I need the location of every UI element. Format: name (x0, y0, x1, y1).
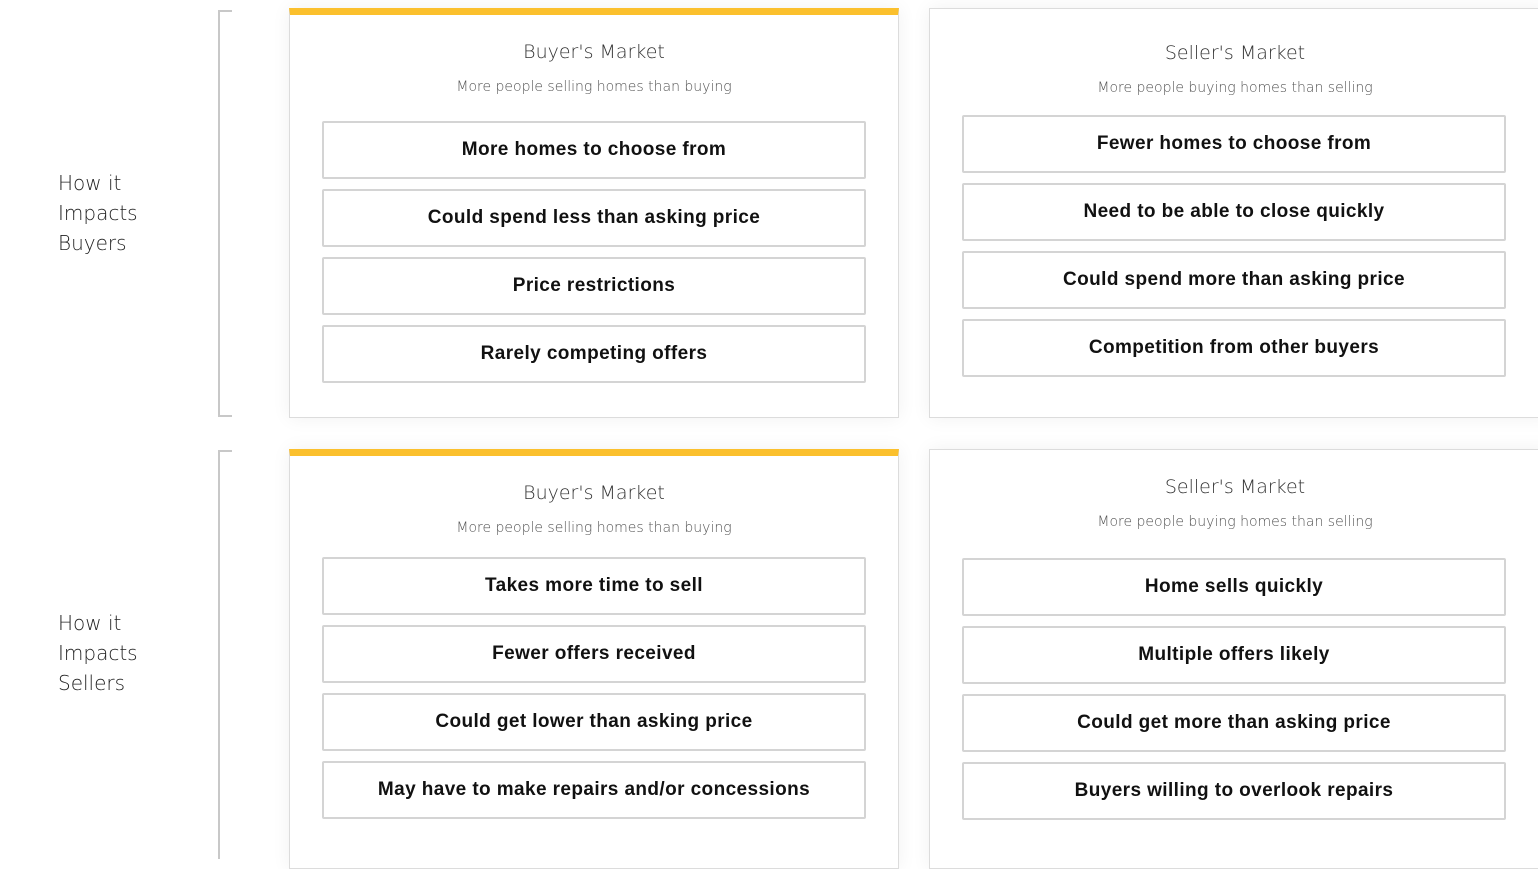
row-label-line: How it (58, 171, 122, 195)
card-item: Price restrictions (322, 257, 866, 315)
card-item: Rarely competing offers (322, 325, 866, 383)
card-subtitle: More people selling homes than buying (456, 79, 732, 95)
card-subtitle: More people selling homes than buying (456, 520, 732, 536)
card-buyers-market: Buyer's Market More people selling homes… (289, 449, 899, 869)
row-bracket (218, 10, 232, 417)
card-item: More homes to choose from (322, 121, 866, 179)
card-item: Need to be able to close quickly (962, 183, 1506, 241)
card-buyers-market: Buyer's Market More people selling homes… (289, 8, 899, 418)
card-subtitle: More people buying homes than selling (1097, 80, 1373, 96)
card-item: Takes more time to sell (322, 557, 866, 615)
card-item: Could get more than asking price (962, 694, 1506, 752)
card-title: Buyer's Market (523, 41, 665, 63)
card-sellers-market: Seller's Market More people buying homes… (929, 8, 1538, 418)
card-item: Fewer homes to choose from (962, 115, 1506, 173)
card-title: Seller's Market (1164, 476, 1306, 498)
card-item: Could spend less than asking price (322, 189, 866, 247)
row-label-line: Buyers (58, 231, 127, 255)
card-item: Buyers willing to overlook repairs (962, 762, 1506, 820)
card-title: Seller's Market (1164, 42, 1306, 64)
row-label-buyers: How it Impacts Buyers (58, 168, 198, 258)
card-item: Fewer offers received (322, 625, 866, 683)
card-sellers-market: Seller's Market More people buying homes… (929, 449, 1538, 869)
row-label-line: How it (58, 611, 122, 635)
row-label-sellers: How it Impacts Sellers (58, 608, 198, 698)
row-label-line: Impacts (58, 641, 138, 665)
row-label-line: Impacts (58, 201, 138, 225)
card-item: Multiple offers likely (962, 626, 1506, 684)
card-item: Competition from other buyers (962, 319, 1506, 377)
card-title: Buyer's Market (523, 482, 665, 504)
row-bracket (218, 450, 232, 859)
card-subtitle: More people buying homes than selling (1097, 514, 1373, 530)
card-item: May have to make repairs and/or concessi… (322, 761, 866, 819)
row-label-line: Sellers (58, 671, 126, 695)
card-item: Home sells quickly (962, 558, 1506, 616)
card-item: Could spend more than asking price (962, 251, 1506, 309)
card-item: Could get lower than asking price (322, 693, 866, 751)
